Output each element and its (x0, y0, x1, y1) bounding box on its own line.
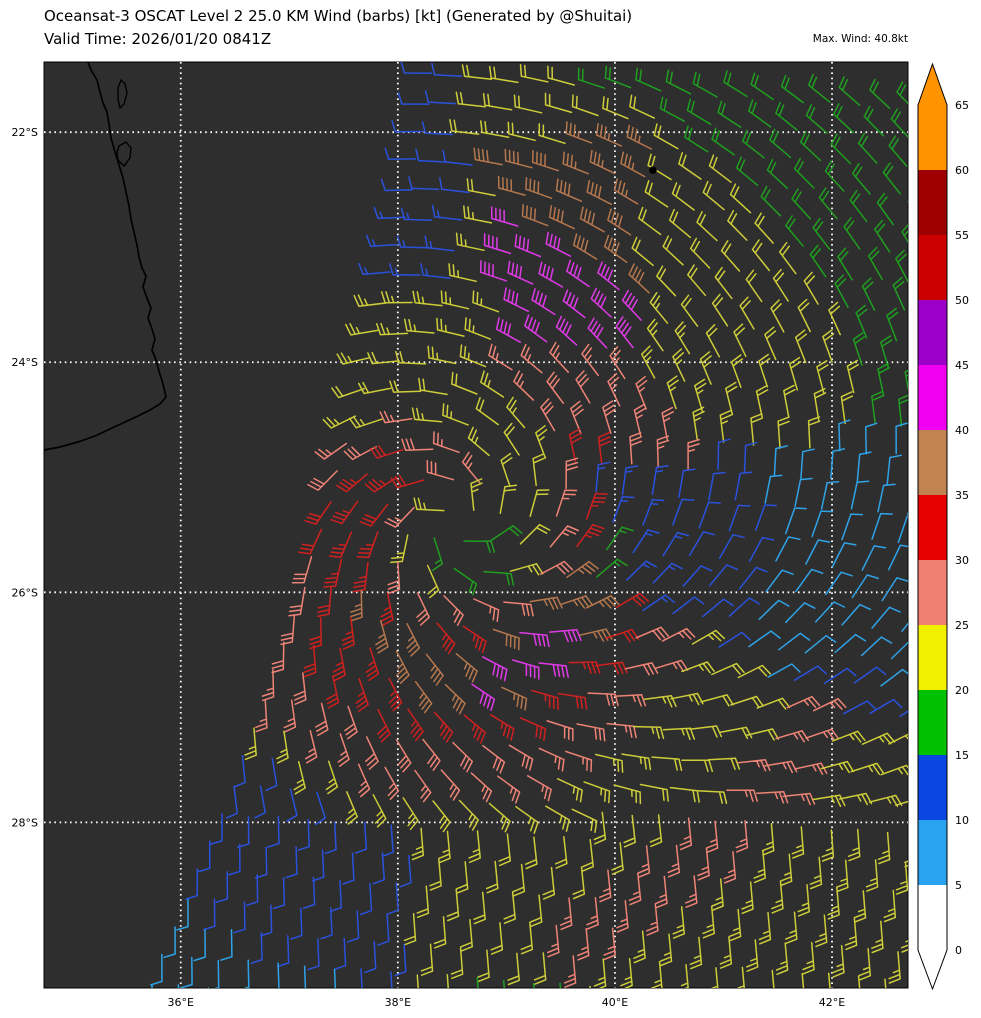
colorbar-segment (918, 625, 947, 690)
lon-tick-label: 38°E (385, 996, 411, 1009)
colorbar-tick-label: 60 (955, 164, 969, 177)
colorbar-tick-label: 5 (955, 879, 962, 892)
colorbar-tick-label: 10 (955, 814, 969, 827)
colorbar-segment (918, 820, 947, 885)
lat-tick-label: 22°S (12, 126, 38, 139)
colorbar-tick-label: 45 (955, 359, 969, 372)
colorbar-tick-label: 0 (955, 944, 962, 957)
oscat-wind-plot: Oceansat-3 OSCAT Level 2 25.0 KM Wind (b… (0, 0, 981, 1014)
map-plot-area (43, 61, 909, 989)
colorbar-segment (918, 170, 947, 235)
colorbar-tick-label: 50 (955, 294, 969, 307)
max-wind-label: Max. Wind: 40.8kt (813, 33, 908, 45)
colorbar-segment (918, 365, 947, 430)
colorbar-segment (918, 300, 947, 365)
lon-tick-label: 40°E (602, 996, 628, 1009)
colorbar-segment (918, 885, 947, 950)
colorbar-tick-label: 25 (955, 619, 969, 632)
storm-marker-dot (649, 166, 657, 174)
colorbar-segment (918, 755, 947, 820)
colorbar-tick-label: 65 (955, 99, 969, 112)
colorbar-segment (918, 560, 947, 625)
colorbar-segment (918, 105, 947, 170)
colorbar-tick-label: 55 (955, 229, 969, 242)
colorbar-segment (918, 495, 947, 560)
lat-tick-label: 26°S (12, 586, 38, 599)
colorbar-tick-label: 30 (955, 554, 969, 567)
colorbar-tick-label: 15 (955, 749, 969, 762)
storm-marker-layer (649, 166, 657, 174)
wind-map-figure: Oceansat-3 OSCAT Level 2 25.0 KM Wind (b… (0, 0, 981, 1014)
colorbar-segment (918, 430, 947, 495)
colorbar-segment (918, 235, 947, 300)
valid-time-label: Valid Time: 2026/01/20 0841Z (44, 30, 271, 48)
colorbar-tick-label: 35 (955, 489, 969, 502)
colorbar-tick-label: 40 (955, 424, 969, 437)
lon-tick-label: 42°E (819, 996, 845, 1009)
colorbar-segment (918, 690, 947, 755)
lat-tick-label: 24°S (12, 356, 38, 369)
colorbar-tick-label: 20 (955, 684, 969, 697)
lon-tick-label: 36°E (168, 996, 194, 1009)
plot-title: Oceansat-3 OSCAT Level 2 25.0 KM Wind (b… (44, 7, 632, 25)
lat-tick-label: 28°S (12, 816, 38, 829)
